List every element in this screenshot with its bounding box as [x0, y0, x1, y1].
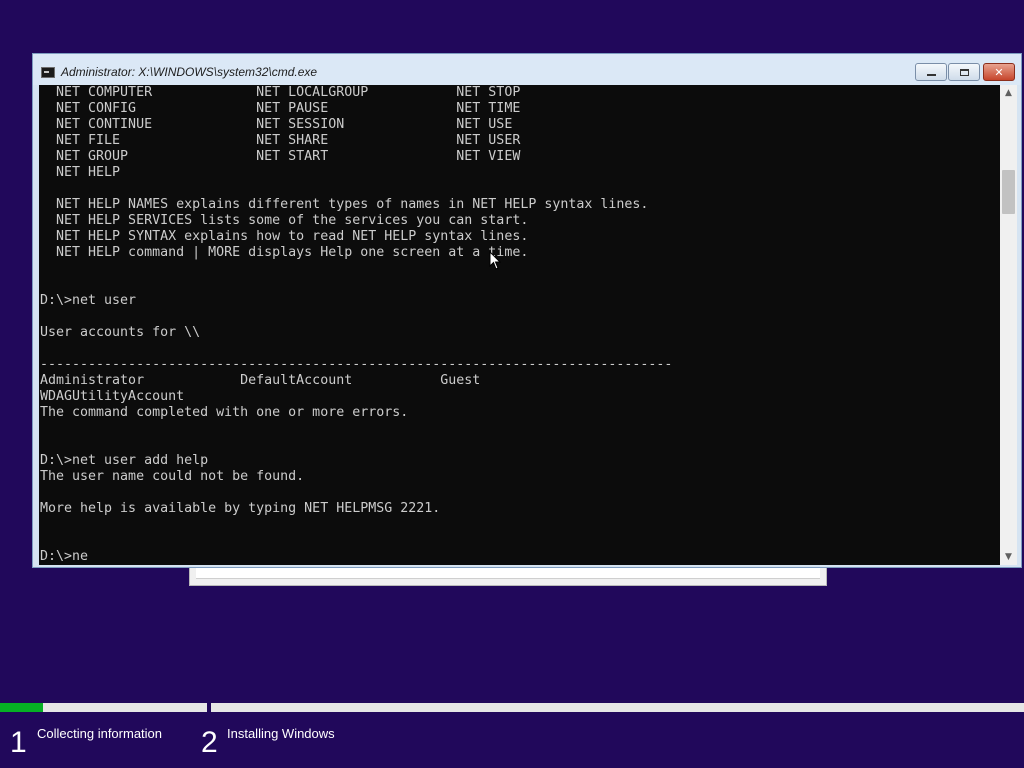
close-icon: ✕ — [994, 65, 1004, 79]
scroll-up-arrow-icon[interactable]: ▲ — [1000, 85, 1017, 101]
step-label: Collecting information — [37, 726, 163, 741]
close-button[interactable]: ✕ — [983, 63, 1015, 81]
step-number: 2 — [201, 726, 218, 759]
maximize-button[interactable] — [948, 63, 980, 81]
vertical-scrollbar[interactable]: ▲ ▼ — [1000, 85, 1017, 565]
setup-dialog-edge — [189, 566, 827, 586]
step-number: 1 — [10, 726, 27, 759]
console-text: NET COMPUTER NET LOCALGROUP NET STOP NET… — [40, 85, 673, 564]
progress-step-1 — [0, 703, 207, 712]
cmd-app-icon[interactable] — [41, 67, 55, 78]
scroll-thumb[interactable] — [1002, 170, 1015, 214]
window-title: Administrator: X:\WINDOWS\system32\cmd.e… — [61, 65, 318, 79]
scroll-down-arrow-icon[interactable]: ▼ — [1000, 549, 1017, 565]
progress-step-2 — [211, 703, 1024, 712]
step-label: Installing Windows — [227, 726, 335, 741]
maximize-icon — [959, 68, 969, 76]
cmd-window[interactable]: Administrator: X:\WINDOWS\system32\cmd.e… — [32, 53, 1022, 568]
progress-fill — [0, 703, 44, 712]
mouse-pointer-icon — [489, 251, 501, 270]
minimize-icon — [926, 73, 936, 76]
minimize-button[interactable] — [915, 63, 947, 81]
console-output[interactable]: NET COMPUTER NET LOCALGROUP NET STOP NET… — [39, 85, 1000, 565]
title-bar[interactable]: Administrator: X:\WINDOWS\system32\cmd.e… — [33, 54, 1021, 85]
